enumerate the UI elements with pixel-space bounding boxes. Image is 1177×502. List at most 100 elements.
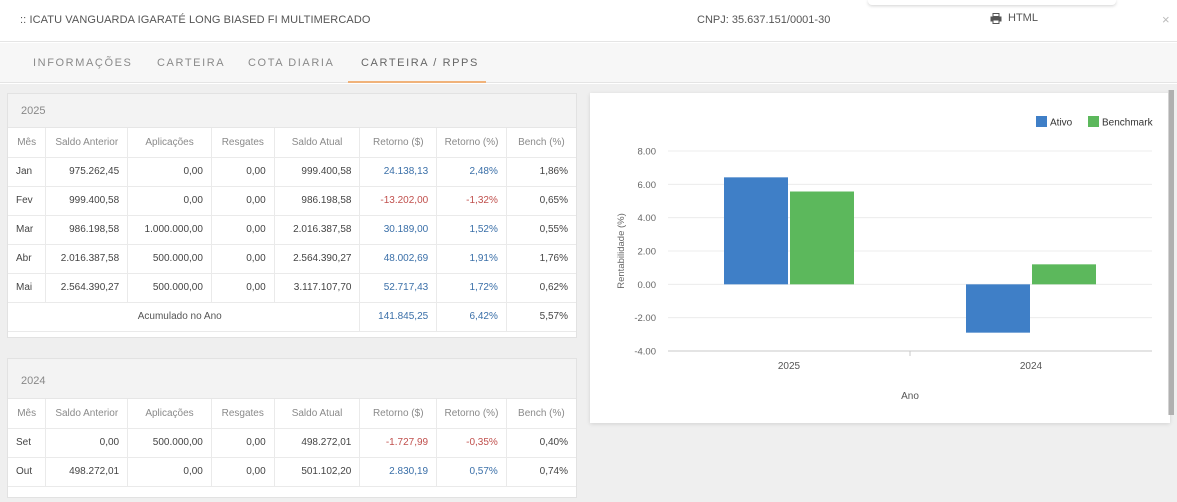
col-saldo-anterior: Saldo Anterior <box>45 399 129 429</box>
bar-ativo-2025 <box>724 177 788 285</box>
cell: 999.400,58 <box>45 186 129 216</box>
cell: 24.138,13 <box>359 157 438 187</box>
cell: 0,00 <box>211 186 275 216</box>
y-tick-label: 8.00 <box>638 147 657 158</box>
returns-table-2024: Mês Saldo Anterior Aplicações Resgates S… <box>8 399 576 487</box>
accumulated-row: Acumulado no Ano 141.845,25 6,42% 5,57% <box>8 302 576 332</box>
cell: 2.564.390,27 <box>274 244 361 274</box>
scrollbar-thumb[interactable] <box>1169 90 1174 415</box>
chart-panel: 8.00 6.00 4.00 2.00 0.00 -2.00 -4.00 Rentabilid… <box>590 93 1170 423</box>
cell: 986.198,58 <box>274 186 361 216</box>
table-row: Abr 2.016.387,58 500.000,00 0,00 2.564.3… <box>8 244 576 274</box>
cell: 0,00 <box>45 428 129 458</box>
x-axis-label: Ano <box>901 391 919 402</box>
bar-ativo-2024 <box>966 284 1030 333</box>
cell: 0,00 <box>211 457 275 487</box>
tab-carteira-rpps[interactable]: CARTEIRA / RPPS <box>361 57 479 69</box>
bar-benchmark-2025 <box>790 191 854 285</box>
tab-informacoes[interactable]: INFORMAÇÕES <box>33 57 133 69</box>
cell: 498.272,01 <box>45 457 129 487</box>
cell: -1,32% <box>436 186 507 216</box>
col-resgates: Resgates <box>211 399 275 429</box>
cell: 52.717,43 <box>359 273 438 303</box>
accumulated-bench: 5,57% <box>506 302 576 332</box>
cell: 0,00 <box>211 157 275 187</box>
table-panel-2024: 2024 Mês Saldo Anterior Aplicações Resga… <box>7 358 577 498</box>
col-retorno-pct: Retorno (%) <box>436 128 507 158</box>
cell: 0,57% <box>436 457 507 487</box>
col-aplicacoes: Aplicações <box>127 399 212 429</box>
year-heading: 2024 <box>8 359 576 399</box>
cell: 0,00 <box>127 186 212 216</box>
col-retorno-pct: Retorno (%) <box>436 399 507 429</box>
cell: 0,00 <box>211 428 275 458</box>
y-tick-label: 4.00 <box>638 213 657 224</box>
tab-cota-diaria[interactable]: COTA DIARIA <box>248 57 334 69</box>
bar-benchmark-2024 <box>1032 264 1096 285</box>
returns-bar-chart: 8.00 6.00 4.00 2.00 0.00 -2.00 -4.00 Rentabilid… <box>616 116 1154 402</box>
cell: 1.000.000,00 <box>127 215 212 245</box>
table-row: Set 0,00 500.000,00 0,00 498.272,01 -1.7… <box>8 428 576 458</box>
col-aplicacoes: Aplicações <box>127 128 212 158</box>
legend-swatch <box>1088 116 1099 127</box>
fund-cnpj: CNPJ: 35.637.151/0001-30 <box>697 14 831 26</box>
table-row: Mai 2.564.390,27 500.000,00 0,00 3.117.1… <box>8 273 576 303</box>
table-header-row: Mês Saldo Anterior Aplicações Resgates S… <box>8 399 576 429</box>
cell: 1,52% <box>436 215 507 245</box>
table-row: Out 498.272,01 0,00 0,00 501.102,20 2.83… <box>8 457 576 487</box>
col-saldo-atual: Saldo Atual <box>274 128 361 158</box>
tab-carteira[interactable]: CARTEIRA <box>157 57 225 69</box>
close-icon[interactable]: × <box>1162 12 1170 27</box>
x-tick-label: 2025 <box>778 361 801 372</box>
col-retorno-valor: Retorno ($) <box>359 128 438 158</box>
fund-title: :: ICATU VANGUARDA IGARATÉ LONG BIASED F… <box>20 14 371 26</box>
returns-table-2025: Mês Saldo Anterior Aplicações Resgates S… <box>8 128 576 332</box>
accumulated-label: Acumulado no Ano <box>8 302 361 332</box>
accumulated-return: 141.845,25 <box>359 302 438 332</box>
y-tick-label: -2.00 <box>634 313 656 324</box>
tab-bar: INFORMAÇÕES CARTEIRA COTA DIARIA CARTEIR… <box>0 43 1177 83</box>
html-export-label: HTML <box>1008 12 1038 24</box>
table-header-row: Mês Saldo Anterior Aplicações Resgates S… <box>8 128 576 158</box>
cell: 0,00 <box>127 157 212 187</box>
cell: Mar <box>8 215 47 245</box>
cell: 1,86% <box>506 157 576 187</box>
cell: -13.202,00 <box>359 186 438 216</box>
cell: 500.000,00 <box>127 244 212 274</box>
cell: 0,62% <box>506 273 576 303</box>
active-tab-indicator <box>348 81 486 83</box>
cell: 0,74% <box>506 457 576 487</box>
col-saldo-anterior: Saldo Anterior <box>45 128 129 158</box>
cell: 0,00 <box>127 457 212 487</box>
cell: Set <box>8 428 47 458</box>
col-mes: Mês <box>8 399 47 429</box>
cell: 2,48% <box>436 157 507 187</box>
col-saldo-atual: Saldo Atual <box>274 399 361 429</box>
cell: 0,40% <box>506 428 576 458</box>
cell: 0,65% <box>506 186 576 216</box>
cell: 500.000,00 <box>127 273 212 303</box>
cell: 0,00 <box>211 244 275 274</box>
legend-swatch <box>1036 116 1047 127</box>
html-export-button[interactable]: HTML <box>990 12 1038 24</box>
col-retorno-valor: Retorno ($) <box>359 399 438 429</box>
cell: 501.102,20 <box>274 457 361 487</box>
table-panel-2025: 2025 Mês Saldo Anterior Aplicações Resga… <box>7 93 577 338</box>
col-bench: Bench (%) <box>506 399 576 429</box>
cell: 0,00 <box>211 273 275 303</box>
cell: 30.189,00 <box>359 215 438 245</box>
table-row: Mar 986.198,58 1.000.000,00 0,00 2.016.3… <box>8 215 576 245</box>
legend-label: Benchmark <box>1102 118 1154 129</box>
cell: 2.016.387,58 <box>45 244 129 274</box>
col-resgates: Resgates <box>211 128 275 158</box>
cell: 1,72% <box>436 273 507 303</box>
cell: 500.000,00 <box>127 428 212 458</box>
cell: Abr <box>8 244 47 274</box>
cell: 975.262,45 <box>45 157 129 187</box>
overlay-tab <box>868 0 1116 5</box>
accumulated-return-pct: 6,42% <box>436 302 507 332</box>
col-bench: Bench (%) <box>506 128 576 158</box>
table-row: Jan 975.262,45 0,00 0,00 999.400,58 24.1… <box>8 157 576 187</box>
cell: 2.830,19 <box>359 457 438 487</box>
cell: 48.002,69 <box>359 244 438 274</box>
